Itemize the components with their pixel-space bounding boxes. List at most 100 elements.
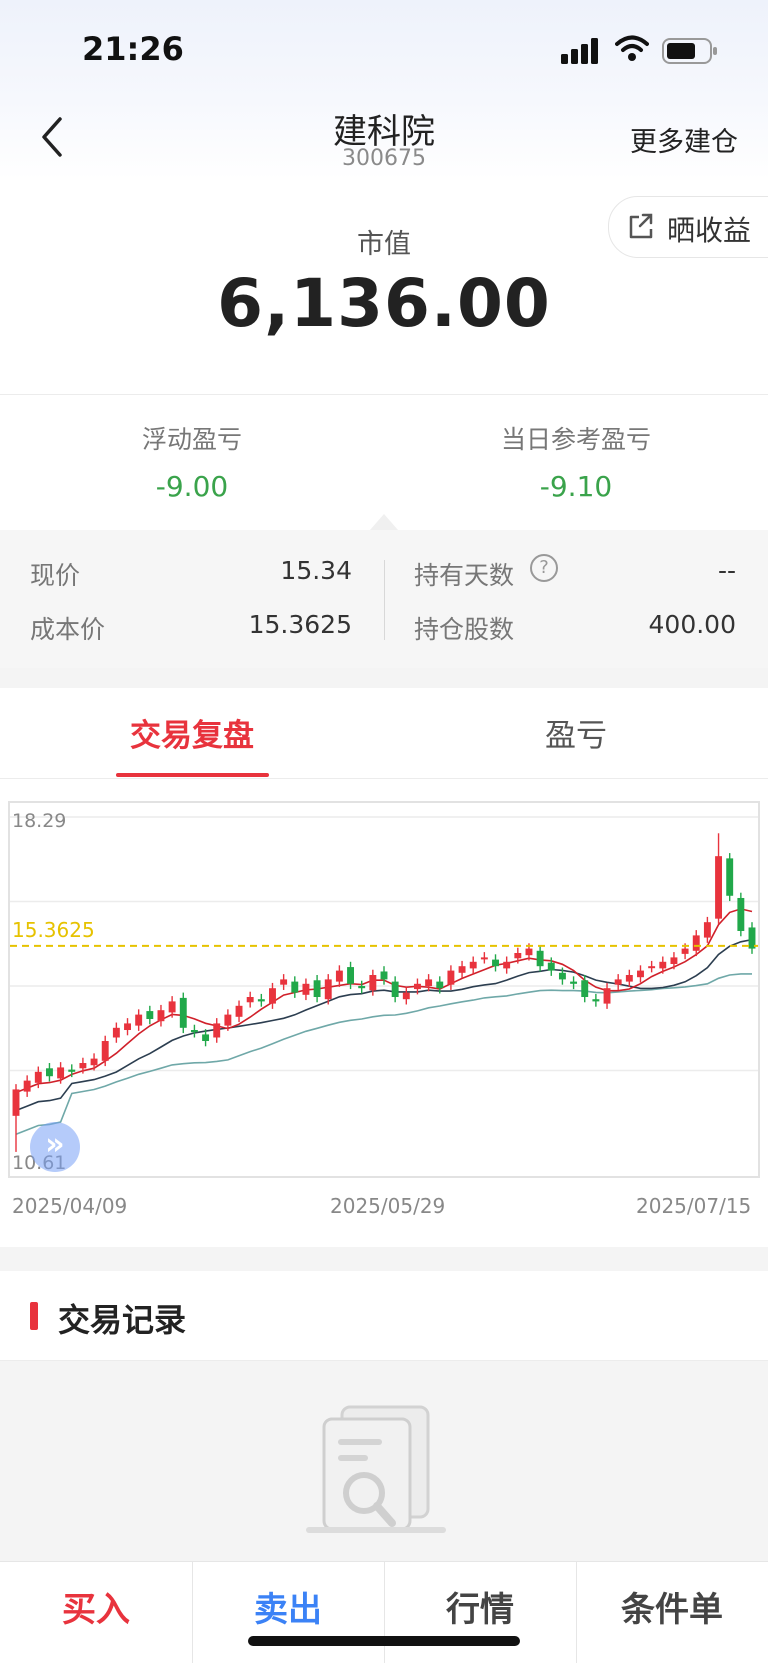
candle-body [492,959,499,967]
candle-body [23,1080,31,1092]
candle-body [12,1089,20,1116]
candle-body [202,1034,210,1042]
candle-body [570,981,578,984]
wifi-icon [615,35,649,61]
candle-body [335,970,343,982]
candle-body [45,1068,53,1077]
candle-body [514,952,522,959]
candle-body [190,1030,198,1033]
sell-button[interactable]: 卖出 [192,1562,384,1663]
cost-price-label: 成本价 [30,615,106,644]
candle-body [358,986,366,989]
candle-body [648,966,656,969]
candle-body [235,1005,243,1017]
candle-body [715,856,723,919]
trade-records-title: 交易记录 [58,1301,187,1339]
y-axis-max-label: 18.29 [12,810,67,832]
x-axis-label-mid: 2025/05/29 [330,1194,446,1218]
candle-body [168,1001,176,1013]
candle-body [692,935,700,951]
candle-body [536,950,544,967]
quote-button[interactable]: 行情 [384,1562,576,1663]
candle-body [369,974,377,991]
candle-body [625,974,633,982]
candle-body [681,948,689,954]
market-value-label: 市值 [357,229,411,260]
candle-body [670,957,678,964]
floating-pl-label: 浮动盈亏 [141,425,242,454]
market-value: 6,136.00 [217,265,551,342]
candle-body [246,997,254,1003]
candle-body [79,1063,87,1069]
expand-chart-button[interactable]: » [30,1122,80,1172]
candle-body [257,999,265,1002]
candle-body [447,970,455,985]
tab-profit-loss[interactable]: 盈亏 [384,710,768,755]
status-bar: 21:26 [0,0,768,100]
daily-pl-value: -9.10 [539,470,613,503]
divider [384,560,385,640]
active-tab-indicator [116,773,269,777]
candle-body [68,1069,76,1072]
candle-body [224,1014,232,1026]
candle-body [101,1041,109,1061]
candle-body [525,948,533,956]
floating-pl-value: -9.00 [155,470,229,503]
candle-body [34,1071,42,1083]
candle-body [436,981,444,989]
candle-body [313,980,321,998]
candle-body [135,1014,143,1026]
candle-body [324,979,332,1000]
candle-body [614,979,622,985]
more-build-position-button[interactable]: 更多建仓 [630,120,738,159]
candle-body [503,961,511,969]
x-axis-label-end: 2025/07/15 [636,1194,752,1218]
help-icon[interactable]: ? [530,554,558,582]
ma5-line [15,908,753,1094]
battery-icon [662,38,717,64]
candle-body [391,981,399,998]
conditional-order-button[interactable]: 条件单 [576,1562,768,1663]
candle-body [380,971,388,980]
candle-body [347,967,355,984]
candle-body [280,979,288,985]
candle-body [425,979,433,986]
candle-body [402,992,410,1000]
candle-body [213,1023,221,1038]
candle-body [302,983,310,995]
holding-days-label: 持有天数 [414,561,515,590]
candle-body [269,988,276,1004]
candle-body [547,962,555,971]
buy-button[interactable]: 买入 [0,1562,192,1663]
kline-chart[interactable] [8,801,760,1178]
holding-days: -- [717,556,736,585]
kline-chart-canvas [10,816,758,1152]
floating-pl: 浮动盈亏 -9.00 [0,420,384,503]
candle-body [57,1067,65,1079]
cost-price: 15.3625 [248,610,352,639]
position-details: 现价 15.34 成本价 15.3625 持有天数 ? -- 持仓股数 400.… [0,530,768,668]
candle-body [157,1010,165,1022]
candle-body [737,897,745,931]
candle-body [413,983,421,990]
divider [0,394,768,395]
cost-line-label: 15.3625 [12,918,95,942]
candle-body [558,972,566,980]
daily-pl-label: 当日参考盈亏 [500,425,651,454]
section-accent-bar [30,1302,38,1330]
empty-records-icon [306,1405,446,1533]
current-price: 15.34 [280,556,352,585]
candle-body [581,980,589,998]
divider [0,778,768,779]
current-price-label: 现价 [30,561,81,590]
panel-pointer [370,514,398,530]
ma20-line [15,973,752,1136]
cellular-signal-icon [561,38,598,64]
home-indicator [248,1636,520,1646]
candle-body [112,1027,120,1038]
candle-body [480,957,488,960]
tab-trade-review[interactable]: 交易复盘 [0,710,384,755]
section-gap [0,668,768,688]
candle-body [291,981,299,993]
candle-body [124,1023,131,1031]
